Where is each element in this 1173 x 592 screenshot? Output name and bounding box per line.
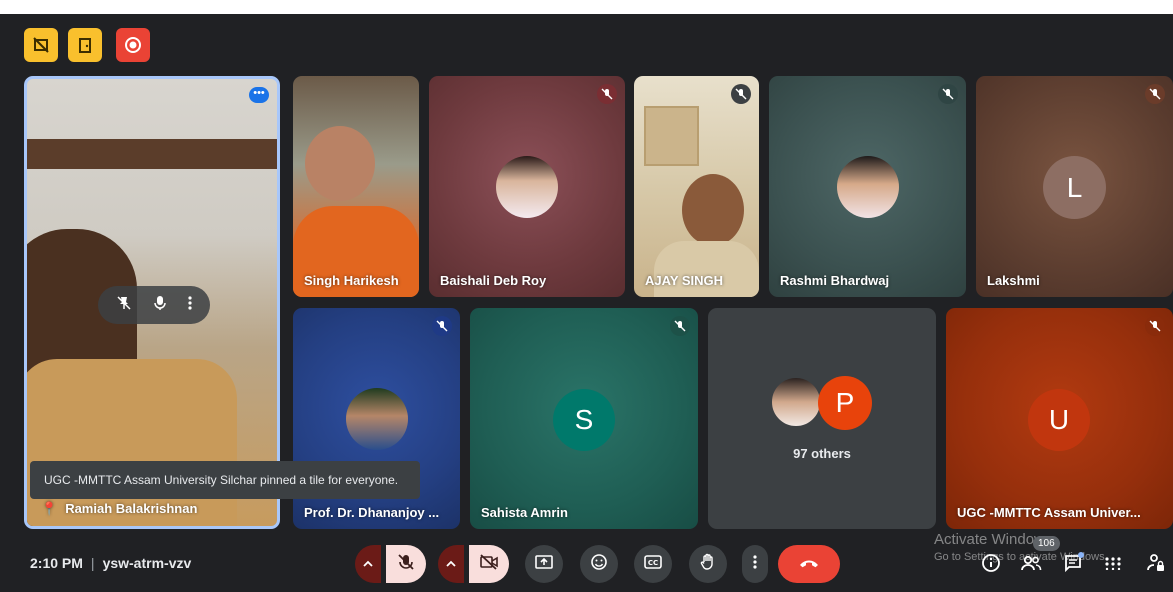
- video-tile[interactable]: Rashmi Bhardwaj: [769, 76, 966, 297]
- pin-icon: 📍: [41, 501, 58, 516]
- meeting-code: ysw-atrm-vzv: [102, 555, 192, 571]
- lock-person-icon: [1147, 553, 1165, 578]
- person-face: [682, 174, 744, 246]
- pinned-participant-name-row: 📍 Ramiah Balakrishnan: [41, 501, 197, 517]
- activities-button[interactable]: [1101, 553, 1125, 577]
- avatar: [496, 156, 558, 218]
- record-icon[interactable]: [116, 28, 150, 62]
- mic-off-icon: [938, 84, 958, 104]
- participant-name: UGC -MMTTC Assam Univer...: [957, 505, 1141, 520]
- more-options-button[interactable]: [742, 545, 768, 583]
- avatar: P: [818, 376, 872, 430]
- watermark-title: Activate Windows: [934, 531, 1053, 548]
- people-icon: [1020, 554, 1042, 577]
- mic-icon[interactable]: [153, 295, 167, 316]
- video-tile[interactable]: L Lakshmi: [976, 76, 1173, 297]
- separator: |: [90, 555, 95, 571]
- call-end-icon: [798, 555, 820, 573]
- captions-button[interactable]: CC: [634, 545, 672, 583]
- video-tile[interactable]: U UGC -MMTTC Assam Univer...: [946, 308, 1173, 529]
- mic-off-icon: [397, 553, 415, 576]
- participant-count-badge: 106: [1033, 536, 1060, 551]
- participant-name: Ramiah Balakrishnan: [65, 501, 198, 516]
- person-shirt: [654, 241, 759, 297]
- video-tile[interactable]: Baishali Deb Roy: [429, 76, 625, 297]
- chat-button[interactable]: [1061, 552, 1085, 577]
- video-options-button[interactable]: [438, 545, 464, 583]
- participant-name: Prof. Dr. Dhananjoy ...: [304, 505, 440, 520]
- others-count-label: 97 others: [793, 446, 851, 461]
- unread-dot: [1078, 552, 1084, 558]
- participant-name: Rashmi Bhardwaj: [780, 273, 890, 288]
- camera-off-icon: [479, 553, 499, 576]
- emoji-icon: [590, 553, 608, 576]
- present-screen-icon: [535, 554, 553, 575]
- ceiling-beam: [27, 139, 277, 169]
- chevron-up-icon: [363, 555, 373, 573]
- top-edge: [0, 0, 1173, 14]
- speaking-indicator-icon: •••: [249, 87, 269, 103]
- captions-icon: CC: [644, 554, 662, 574]
- person-face: [305, 126, 375, 201]
- host-controls-button[interactable]: [1144, 553, 1168, 577]
- participant-name: Sahista Amrin: [481, 505, 568, 520]
- avatar: [837, 156, 899, 218]
- wall-window: [644, 106, 699, 166]
- pin-notification-toast: UGC -MMTTC Assam University Silchar pinn…: [30, 461, 420, 499]
- svg-text:CC: CC: [648, 559, 658, 567]
- unpin-icon[interactable]: [116, 295, 132, 316]
- participant-name: Lakshmi: [987, 273, 1040, 288]
- people-button[interactable]: [1019, 553, 1043, 577]
- raise-hand-button[interactable]: [689, 545, 727, 583]
- info-icon: [981, 553, 1001, 578]
- audio-options-button[interactable]: [355, 545, 381, 583]
- leave-call-button[interactable]: [778, 545, 840, 583]
- present-screen-button[interactable]: [525, 545, 563, 583]
- others-tile[interactable]: P 97 others: [708, 308, 936, 529]
- avatar: L: [1043, 156, 1106, 219]
- video-tile[interactable]: S Sahista Amrin: [470, 308, 698, 529]
- more-vert-icon: [753, 554, 757, 575]
- hand-icon: [700, 553, 716, 576]
- clock-time: 2:10 PM: [30, 555, 83, 571]
- apps-grid-icon: [1104, 556, 1122, 575]
- more-options-icon[interactable]: [188, 295, 192, 316]
- mic-off-icon: [670, 316, 690, 336]
- meeting-info: 2:10 PM | ysw-atrm-vzv: [30, 555, 191, 571]
- chevron-up-icon: [446, 555, 456, 573]
- mic-off-icon: [432, 316, 452, 336]
- presentation-off-icon[interactable]: [24, 28, 58, 62]
- participant-name: AJAY SINGH: [645, 273, 724, 288]
- mic-off-icon: [1145, 84, 1165, 104]
- mic-off-icon: [1145, 316, 1165, 336]
- microphone-toggle-button[interactable]: [386, 545, 426, 583]
- participant-name: Baishali Deb Roy: [440, 273, 547, 288]
- avatar: S: [553, 389, 615, 451]
- participant-name: Singh Harikesh: [304, 273, 399, 288]
- video-tile[interactable]: Singh Harikesh: [293, 76, 419, 297]
- meeting-details-button[interactable]: [979, 553, 1003, 577]
- video-tile[interactable]: AJAY SINGH: [634, 76, 759, 297]
- avatar: [346, 388, 408, 450]
- avatar: U: [1028, 389, 1090, 451]
- mic-off-icon: [731, 84, 751, 104]
- door-icon[interactable]: [68, 28, 102, 62]
- tile-hover-controls: [98, 286, 210, 324]
- camera-toggle-button[interactable]: [469, 545, 509, 583]
- reactions-button[interactable]: [580, 545, 618, 583]
- avatar: [770, 376, 822, 428]
- mic-off-icon: [597, 84, 617, 104]
